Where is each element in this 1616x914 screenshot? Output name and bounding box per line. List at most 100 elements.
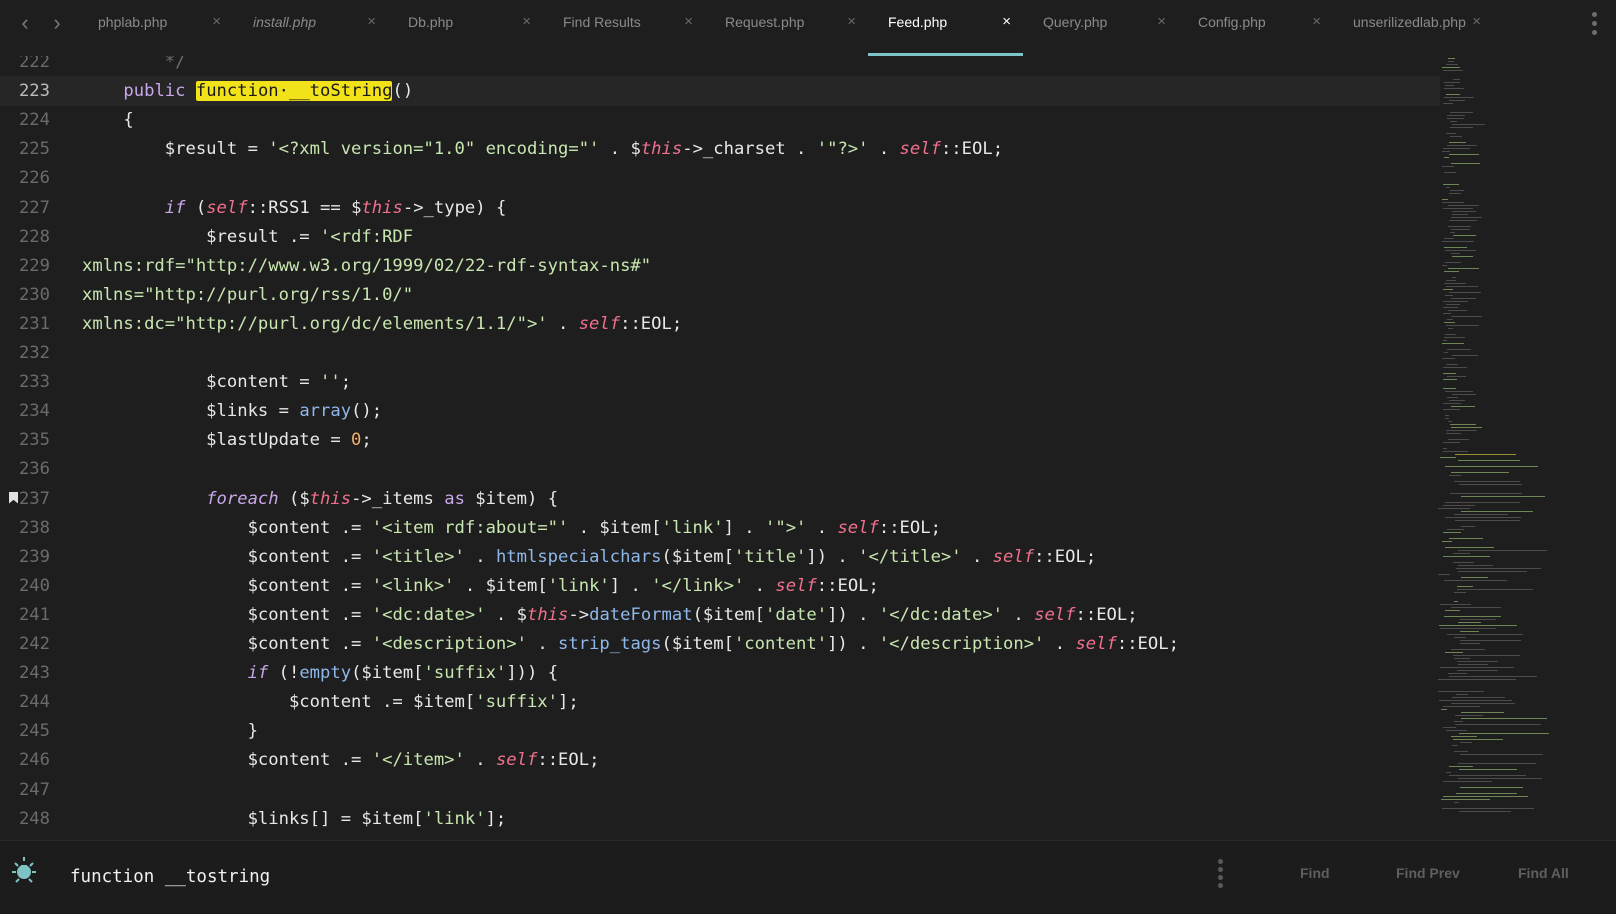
code-line[interactable]: 231 xmlns:dc="http://purl.org/dc/elements… (0, 309, 1440, 339)
minimap-line (1449, 154, 1479, 155)
minimap-line (1452, 745, 1458, 746)
tab-install-php[interactable]: install.php × (233, 0, 388, 54)
line-number: 248 (18, 808, 50, 829)
tab-request-php[interactable]: Request.php × (705, 0, 868, 54)
tab-label: Feed.php (888, 14, 948, 30)
minimap-line (1443, 373, 1456, 374)
tab-close-icon[interactable]: × (1312, 13, 1321, 30)
code-line[interactable]: 229 xmlns:rdf="http://www.w3.org/1999/02/… (0, 251, 1440, 281)
code-line[interactable]: 247 (0, 775, 1440, 805)
find-input[interactable] (70, 863, 1170, 891)
minimap-line (1443, 403, 1461, 404)
minimap-line (1445, 85, 1454, 86)
code-line[interactable]: 246 $content .= '</item>' . self::EOL; (0, 745, 1440, 775)
code-line[interactable]: 225 $result = '<?xml version="1.0" encod… (0, 134, 1440, 164)
minimap-line (1461, 511, 1533, 512)
minimap-line (1458, 565, 1493, 566)
code-token: . (464, 546, 496, 567)
line-number: 234 (18, 401, 50, 422)
code-line[interactable]: 232 (0, 338, 1440, 368)
line-number: 227 (18, 197, 50, 218)
code-token: 'date' (765, 604, 828, 625)
minimap-line (1444, 82, 1460, 83)
minimap-line (1457, 661, 1498, 662)
tab-close-icon[interactable]: × (684, 13, 693, 30)
code-line[interactable]: 240 $content .= '<link>' . $item['link']… (0, 571, 1440, 601)
code-token: '</item>' (371, 750, 465, 771)
tab-close-icon[interactable]: × (1157, 13, 1166, 30)
code-token: ; (340, 372, 352, 393)
tab-label: phplab.php (98, 14, 168, 30)
code-line[interactable]: 226 (0, 163, 1440, 193)
code-line[interactable]: 239 $content .= '<title>' . htmlspecialc… (0, 542, 1440, 572)
minimap-line (1460, 631, 1479, 632)
minimap-line (1443, 184, 1459, 185)
code-line[interactable]: 244 $content .= $item['suffix']; (0, 687, 1440, 717)
tab-query-php[interactable]: Query.php × (1023, 0, 1178, 54)
tab-db-php[interactable]: Db.php × (388, 0, 543, 54)
code-line[interactable]: 224 { (0, 105, 1440, 135)
code-text: $content .= '<link>' . $item['link'] . '… (82, 571, 879, 601)
forward-arrow-icon[interactable]: › (46, 10, 68, 36)
minimap-line (1447, 319, 1453, 320)
code-text: xmlns:rdf="http://www.w3.org/1999/02/22-… (82, 251, 651, 281)
code-line[interactable]: 242 $content .= '<description>' . strip_… (0, 629, 1440, 659)
code-line[interactable]: 227 if (self::RSS1 == $this->_type) { (0, 193, 1440, 223)
minimap-line (1448, 328, 1453, 329)
code-line[interactable]: 241 $content .= '<dc:date>' . $this->dat… (0, 600, 1440, 630)
code-token: ->_charset . (682, 139, 817, 160)
minimap-line (1443, 556, 1490, 557)
code-line[interactable]: 238 $content .= '<item rdf:about="' . $i… (0, 513, 1440, 543)
tab-find-results[interactable]: Find Results × (543, 0, 705, 54)
code-line[interactable]: 234 $links = array(); (0, 396, 1440, 426)
find-prev-button[interactable]: Find Prev (1396, 865, 1460, 881)
minimap[interactable] (1436, 56, 1586, 816)
code-token: htmlspecialchars (495, 546, 662, 567)
code-token: '<?xml version="1.0" encoding="' (268, 139, 600, 160)
minimap-line (1443, 379, 1457, 380)
find-button[interactable]: Find (1300, 865, 1330, 881)
minimap-line (1454, 658, 1470, 659)
tab-config-php[interactable]: Config.php × (1178, 0, 1333, 54)
code-text: $links = array(); (82, 396, 382, 426)
tab-bar: ‹ › phplab.php × install.php × Db.php × Find R… (0, 0, 1616, 56)
code-line[interactable]: 230 xmlns="http://purl.org/rss/1.0/" (0, 280, 1440, 310)
tab-overflow-menu-icon[interactable] (1592, 12, 1598, 39)
minimap-line (1446, 94, 1460, 95)
code-line[interactable]: 235 $lastUpdate = 0; (0, 425, 1440, 455)
code-editor[interactable]: 222 */223 public function·__toString() 22… (0, 56, 1440, 840)
code-line[interactable]: 237 foreach ($this->_items as $item) { (0, 484, 1440, 514)
minimap-line (1451, 217, 1482, 218)
code-line[interactable]: 243 if (!empty($item['suffix'])) { (0, 658, 1440, 688)
code-line[interactable]: 245 } (0, 716, 1440, 746)
tab-close-icon[interactable]: × (847, 13, 856, 30)
code-line[interactable]: 223 public function·__toString() (0, 76, 1440, 107)
code-line[interactable]: 248 $links[] = $item['link']; (0, 804, 1440, 834)
tab-feed-php[interactable]: Feed.php × (868, 0, 1023, 56)
minimap-line (1453, 553, 1470, 554)
minimap-line (1446, 364, 1458, 365)
code-token: 'link' (547, 575, 610, 596)
line-number: 232 (18, 343, 50, 363)
find-options-icon[interactable] (8, 855, 40, 887)
tab-close-icon[interactable]: × (367, 13, 376, 30)
tab-close-icon[interactable]: × (1002, 13, 1011, 30)
tab-phplab-php[interactable]: phplab.php × (78, 0, 233, 54)
code-token: '</title>' (858, 546, 962, 567)
code-line[interactable]: 233 $content = ''; (0, 367, 1440, 397)
minimap-line (1445, 547, 1494, 548)
tab-close-icon[interactable]: × (522, 13, 531, 30)
code-line[interactable]: 228 $result .= '<rdf:RDF (0, 222, 1440, 252)
find-all-button[interactable]: Find All (1518, 865, 1569, 881)
tab-unserilizedlab-php[interactable]: unserilizedlab.php × (1333, 0, 1493, 54)
code-line[interactable]: 222 */ (0, 56, 1440, 77)
minimap-line (1445, 262, 1461, 263)
minimap-line (1438, 574, 1450, 575)
tab-close-icon[interactable]: × (1472, 13, 1481, 30)
tab-close-icon[interactable]: × (212, 13, 221, 30)
minimap-line (1453, 79, 1460, 80)
minimap-line (1446, 730, 1467, 731)
back-arrow-icon[interactable]: ‹ (14, 10, 36, 36)
minimap-line (1461, 496, 1545, 497)
code-line[interactable]: 236 (0, 454, 1440, 484)
